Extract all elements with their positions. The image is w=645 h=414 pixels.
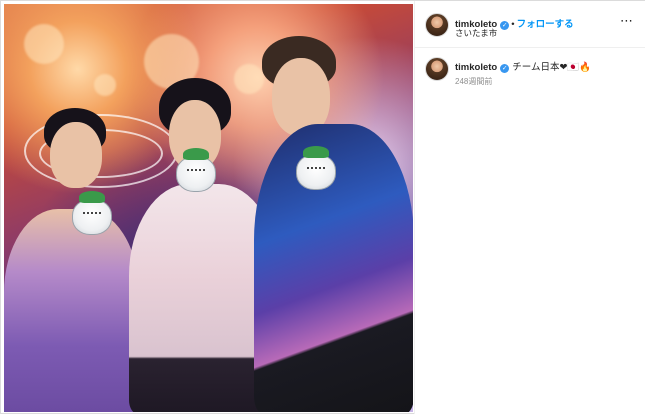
- location-link[interactable]: さいたま市: [455, 27, 497, 39]
- verified-badge-icon: ✓: [500, 21, 510, 30]
- verified-badge-icon: ✓: [500, 64, 510, 73]
- caption-username-link[interactable]: timkoleto: [455, 62, 497, 73]
- post-sidebar: timkoleto ✓ • フォローする さいたま市 ⋯ timkoleto ✓ チーム日…: [414, 1, 645, 414]
- mascot-plush-left: [72, 191, 112, 235]
- bokeh-light: [94, 74, 116, 96]
- avatar[interactable]: [425, 13, 449, 37]
- mascot-plush-middle: [176, 148, 216, 192]
- post-header: timkoleto ✓ • フォローする さいたま市 ⋯: [415, 1, 645, 48]
- bokeh-light: [234, 64, 264, 94]
- post-timestamp[interactable]: 248週間前: [455, 76, 492, 87]
- caption: timkoleto ✓ チーム日本❤🇯🇵🔥: [455, 59, 591, 73]
- caption-avatar[interactable]: [425, 57, 449, 81]
- more-options-icon[interactable]: ⋯: [620, 14, 634, 27]
- follow-button[interactable]: フォローする: [517, 19, 574, 30]
- separator-dot: •: [511, 19, 515, 30]
- mascot-plush-right: [296, 146, 336, 190]
- caption-text: チーム日本❤🇯🇵🔥: [512, 62, 592, 73]
- bokeh-light: [24, 24, 64, 64]
- post-frame: timkoleto ✓ • フォローする さいたま市 ⋯ timkoleto ✓ チーム日…: [0, 0, 645, 414]
- post-photo[interactable]: [4, 4, 413, 412]
